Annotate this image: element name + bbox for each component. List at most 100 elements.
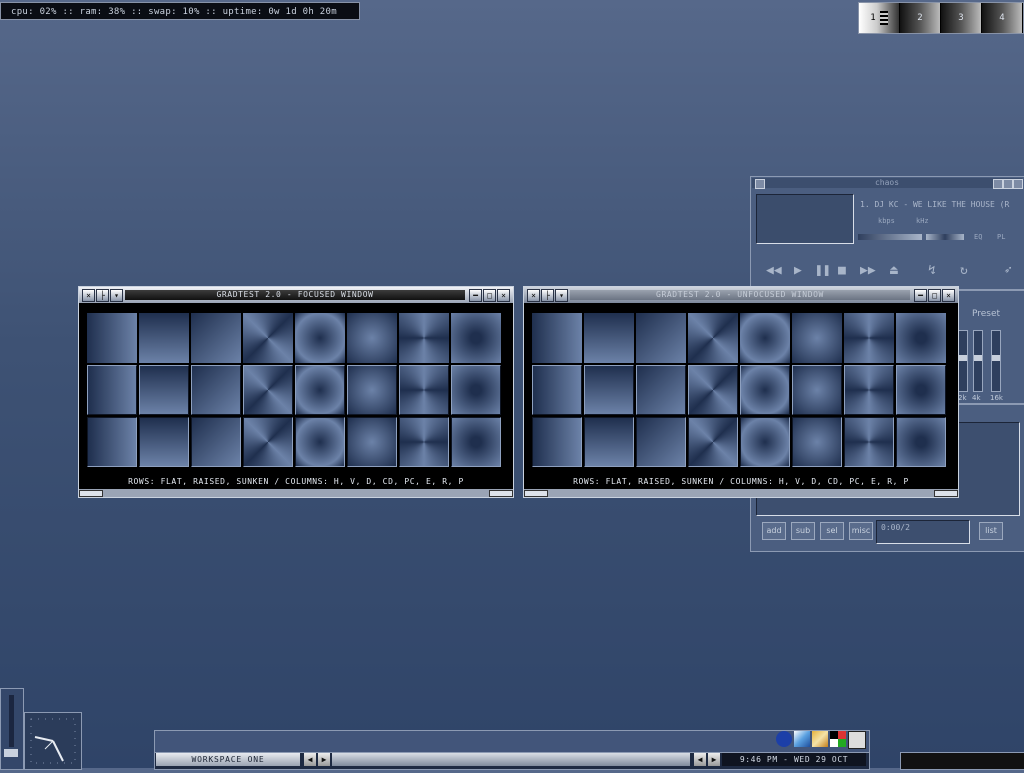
player-menu-button[interactable]	[755, 179, 765, 189]
window-maximize-icon[interactable]: □	[483, 289, 496, 302]
volume-dock-slider[interactable]	[0, 688, 24, 770]
khz-label: kHz	[916, 217, 929, 225]
resize-grip-right[interactable]	[489, 490, 513, 497]
gradient-cell-flat-e	[792, 313, 842, 363]
workspace-pager: 1 2 3 4	[858, 2, 1024, 34]
window-handle[interactable]	[524, 489, 958, 497]
tasklist-next-button[interactable]: ▶	[708, 753, 720, 766]
gradient-cell-flat-pc	[295, 313, 345, 363]
gradient-cell-sunken-h	[87, 417, 137, 467]
workspace-prev-button[interactable]: ◀	[304, 753, 316, 766]
previous-icon[interactable]: ◀◀	[766, 263, 782, 278]
gradient-cell-raised-h	[87, 365, 137, 415]
balance-slider[interactable]	[926, 234, 964, 240]
playlist-sub-button[interactable]: sub	[791, 522, 815, 540]
gradient-cell-raised-d	[636, 365, 686, 415]
window-sticky-icon[interactable]: ├	[541, 289, 554, 302]
repeat-icon[interactable]: ↻	[960, 263, 968, 278]
system-tray	[154, 730, 870, 754]
pager-desktop-4[interactable]: 4	[982, 3, 1023, 33]
eq-label-16k: 16k	[990, 394, 1003, 402]
gradient-cell-flat-v	[584, 313, 634, 363]
window-handle[interactable]	[79, 489, 513, 497]
window-close-icon[interactable]: ×	[527, 289, 540, 302]
slider-knob[interactable]	[4, 749, 18, 757]
pager-desktop-1[interactable]: 1	[859, 3, 900, 33]
palette-app-icon[interactable]	[830, 731, 846, 747]
player-minimize-button[interactable]	[993, 179, 1003, 189]
chart-app-icon[interactable]	[794, 731, 810, 747]
right-dock	[900, 752, 1024, 770]
gradient-cell-sunken-pc	[295, 417, 345, 467]
window-minimize-icon[interactable]: ━	[469, 289, 482, 302]
gradient-cell-flat-h	[87, 313, 137, 363]
playlist-list-button[interactable]: list	[979, 522, 1003, 540]
next-icon[interactable]: ▶▶	[860, 263, 876, 278]
terminal-app-icon[interactable]	[848, 731, 866, 749]
eq-label-2k: 2k	[958, 394, 967, 402]
playlist-toggle[interactable]: PL	[997, 233, 1005, 241]
notes-app-icon[interactable]	[812, 731, 828, 747]
gradient-cell-flat-cd	[243, 313, 293, 363]
gradient-cell-raised-pc	[295, 365, 345, 415]
gradient-cell-sunken-v	[139, 417, 189, 467]
eq-label-4k: 4k	[972, 394, 981, 402]
gradient-cell-sunken-cd	[688, 417, 738, 467]
resize-grip-left[interactable]	[79, 490, 103, 497]
shuffle-icon[interactable]: ↯	[928, 263, 936, 278]
window-titlebar[interactable]: × ├ ▾ GRADTEST 2.0 - FOCUSED WINDOW ━ □ …	[79, 287, 513, 303]
volume-slider[interactable]	[858, 234, 922, 240]
gradient-cell-raised-h	[532, 365, 582, 415]
task-list[interactable]	[332, 753, 690, 766]
gradient-cell-flat-v	[139, 313, 189, 363]
pager-desktop-2[interactable]: 2	[900, 3, 941, 33]
stop-icon[interactable]: ■	[838, 263, 846, 278]
gradient-cell-raised-e	[792, 365, 842, 415]
window-titlebar[interactable]: × ├ ▾ GRADTEST 2.0 - UNFOCUSED WINDOW ━ …	[524, 287, 958, 303]
window-minimize-icon[interactable]: ━	[914, 289, 927, 302]
clock-icon	[30, 718, 76, 764]
kbps-label: kbps	[878, 217, 895, 225]
pause-icon[interactable]: ❚❚	[815, 263, 831, 278]
gradient-cell-sunken-d	[636, 417, 686, 467]
eject-icon[interactable]: ⏏	[890, 263, 898, 278]
workspace-label[interactable]: WORKSPACE ONE	[156, 753, 300, 766]
eq-preset-button[interactable]: Preset	[972, 309, 1000, 319]
gradient-cell-flat-d	[636, 313, 686, 363]
window-close-icon[interactable]: ×	[82, 289, 95, 302]
eq-slider-2k[interactable]	[958, 330, 968, 392]
playlist-add-button[interactable]: add	[762, 522, 786, 540]
window-close-x-icon[interactable]: ×	[497, 289, 510, 302]
player-visualizer[interactable]	[756, 194, 854, 244]
pager-desktop-3[interactable]: 3	[941, 3, 982, 33]
resize-grip-right[interactable]	[934, 490, 958, 497]
workspace-next-button[interactable]: ▶	[318, 753, 330, 766]
window-close-x-icon[interactable]: ×	[942, 289, 955, 302]
window-menu-icon[interactable]: ▾	[110, 289, 123, 302]
eq-toggle[interactable]: EQ	[974, 233, 982, 241]
gradient-cell-sunken-r	[844, 417, 894, 467]
player-song-title[interactable]: 1. DJ KC - WE LIKE THE HOUSE (R	[860, 199, 1018, 210]
player-close-button[interactable]	[1013, 179, 1023, 189]
eq-slider-4k[interactable]	[973, 330, 983, 392]
play-icon[interactable]: ▶	[794, 263, 802, 278]
eq-slider-16k[interactable]	[991, 330, 1001, 392]
window-menu-icon[interactable]: ▾	[555, 289, 568, 302]
playlist-sel-button[interactable]: sel	[820, 522, 844, 540]
gradient-cell-raised-e	[347, 365, 397, 415]
window-sticky-icon[interactable]: ├	[96, 289, 109, 302]
gradient-cell-flat-r	[844, 313, 894, 363]
playlist-misc-button[interactable]: misc	[849, 522, 873, 540]
gradient-cell-flat-p	[896, 313, 946, 363]
window-title: GRADTEST 2.0 - UNFOCUSED WINDOW	[570, 290, 910, 300]
window-maximize-icon[interactable]: □	[928, 289, 941, 302]
player-shade-button[interactable]	[1003, 179, 1013, 189]
app-launcher-icon[interactable]	[776, 731, 792, 747]
tasklist-prev-button[interactable]: ◀	[694, 753, 706, 766]
gradient-cell-raised-r	[399, 365, 449, 415]
lightning-icon: ➶	[1004, 263, 1012, 278]
gradient-cell-sunken-pc	[740, 417, 790, 467]
pager-window-preview	[879, 11, 888, 25]
player-titlebar[interactable]: chaos	[752, 178, 1022, 188]
resize-grip-left[interactable]	[524, 490, 548, 497]
